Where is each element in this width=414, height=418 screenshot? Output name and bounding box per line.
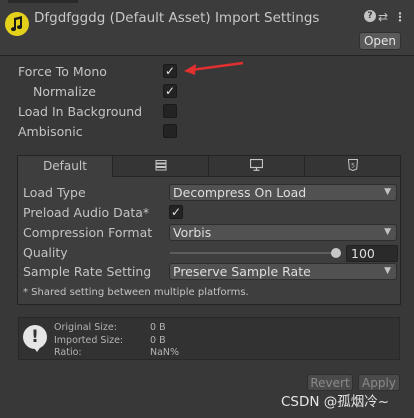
load-type-dropdown[interactable]: Decompress On Load ▼ bbox=[169, 184, 397, 201]
info-icon-tail bbox=[32, 345, 42, 352]
preset-settings-icon[interactable]: ⇄ bbox=[378, 10, 388, 24]
shared-setting-note: * Shared setting between multiple platfo… bbox=[23, 287, 249, 298]
watermark: CSDN @孤烟冷~ bbox=[281, 394, 390, 410]
sample-rate-setting-dropdown[interactable]: Preserve Sample Rate ▼ bbox=[169, 263, 397, 280]
normalize-checkbox[interactable]: ✓ bbox=[163, 84, 177, 98]
load-in-background-checkbox[interactable] bbox=[163, 104, 177, 118]
tab-standalone[interactable] bbox=[113, 156, 209, 176]
monitor-icon bbox=[249, 158, 264, 173]
compression-format-value: Vorbis bbox=[173, 225, 212, 240]
compression-format-dropdown[interactable]: Vorbis ▼ bbox=[169, 224, 397, 241]
original-size-value: 0 B bbox=[150, 322, 166, 333]
sample-rate-setting-label: Sample Rate Setting bbox=[23, 264, 152, 279]
imported-size-label: Imported Size: bbox=[54, 335, 124, 346]
sample-rate-setting-value: Preserve Sample Rate bbox=[173, 264, 311, 279]
inspector-tab-strip bbox=[8, 0, 78, 3]
standalone-icon bbox=[155, 159, 167, 173]
annotation-arrow bbox=[184, 61, 244, 75]
compression-format-label: Compression Format bbox=[23, 225, 153, 240]
ratio-label: Ratio: bbox=[54, 347, 82, 358]
preload-audio-data-checkbox[interactable]: ✓ bbox=[169, 205, 183, 219]
audio-clip-icon bbox=[5, 12, 29, 36]
force-to-mono-checkbox[interactable]: ✓ bbox=[163, 64, 177, 78]
load-in-background-label: Load In Background bbox=[18, 104, 143, 119]
tab-webgl[interactable]: 5 bbox=[305, 156, 400, 176]
quality-input[interactable]: 100 bbox=[346, 245, 398, 262]
inspector-header bbox=[0, 0, 414, 56]
chevron-down-icon: ▼ bbox=[384, 187, 391, 197]
ratio-value: NaN% bbox=[150, 347, 180, 358]
quality-label: Quality bbox=[23, 245, 68, 260]
apply-button[interactable]: Apply bbox=[358, 374, 400, 391]
context-menu-icon[interactable]: ⋮ bbox=[394, 10, 406, 24]
preload-audio-data-label: Preload Audio Data* bbox=[23, 205, 150, 220]
chevron-down-icon: ▼ bbox=[384, 227, 391, 237]
help-icon[interactable]: ? bbox=[364, 10, 376, 22]
inspector-title: Dfgdfggdg (Default Asset) Import Setting… bbox=[34, 10, 320, 26]
load-type-label: Load Type bbox=[23, 185, 86, 200]
original-size-label: Original Size: bbox=[54, 322, 117, 333]
imported-size-value: 0 B bbox=[150, 335, 166, 346]
ambisonic-checkbox[interactable] bbox=[163, 124, 177, 138]
webgl-icon: 5 bbox=[347, 159, 358, 173]
chevron-down-icon: ▼ bbox=[384, 266, 391, 276]
tab-desktop[interactable] bbox=[209, 156, 305, 176]
quality-slider-track[interactable] bbox=[170, 252, 336, 254]
tab-default[interactable]: Default bbox=[18, 156, 113, 177]
quality-slider-handle[interactable] bbox=[331, 248, 341, 258]
ambisonic-label: Ambisonic bbox=[18, 124, 83, 139]
force-to-mono-label: Force To Mono bbox=[18, 64, 107, 79]
normalize-label: Normalize bbox=[33, 84, 96, 99]
open-button[interactable]: Open bbox=[359, 32, 401, 50]
svg-text:5: 5 bbox=[351, 163, 355, 170]
load-type-value: Decompress On Load bbox=[173, 185, 307, 200]
revert-button[interactable]: Revert bbox=[307, 374, 353, 391]
